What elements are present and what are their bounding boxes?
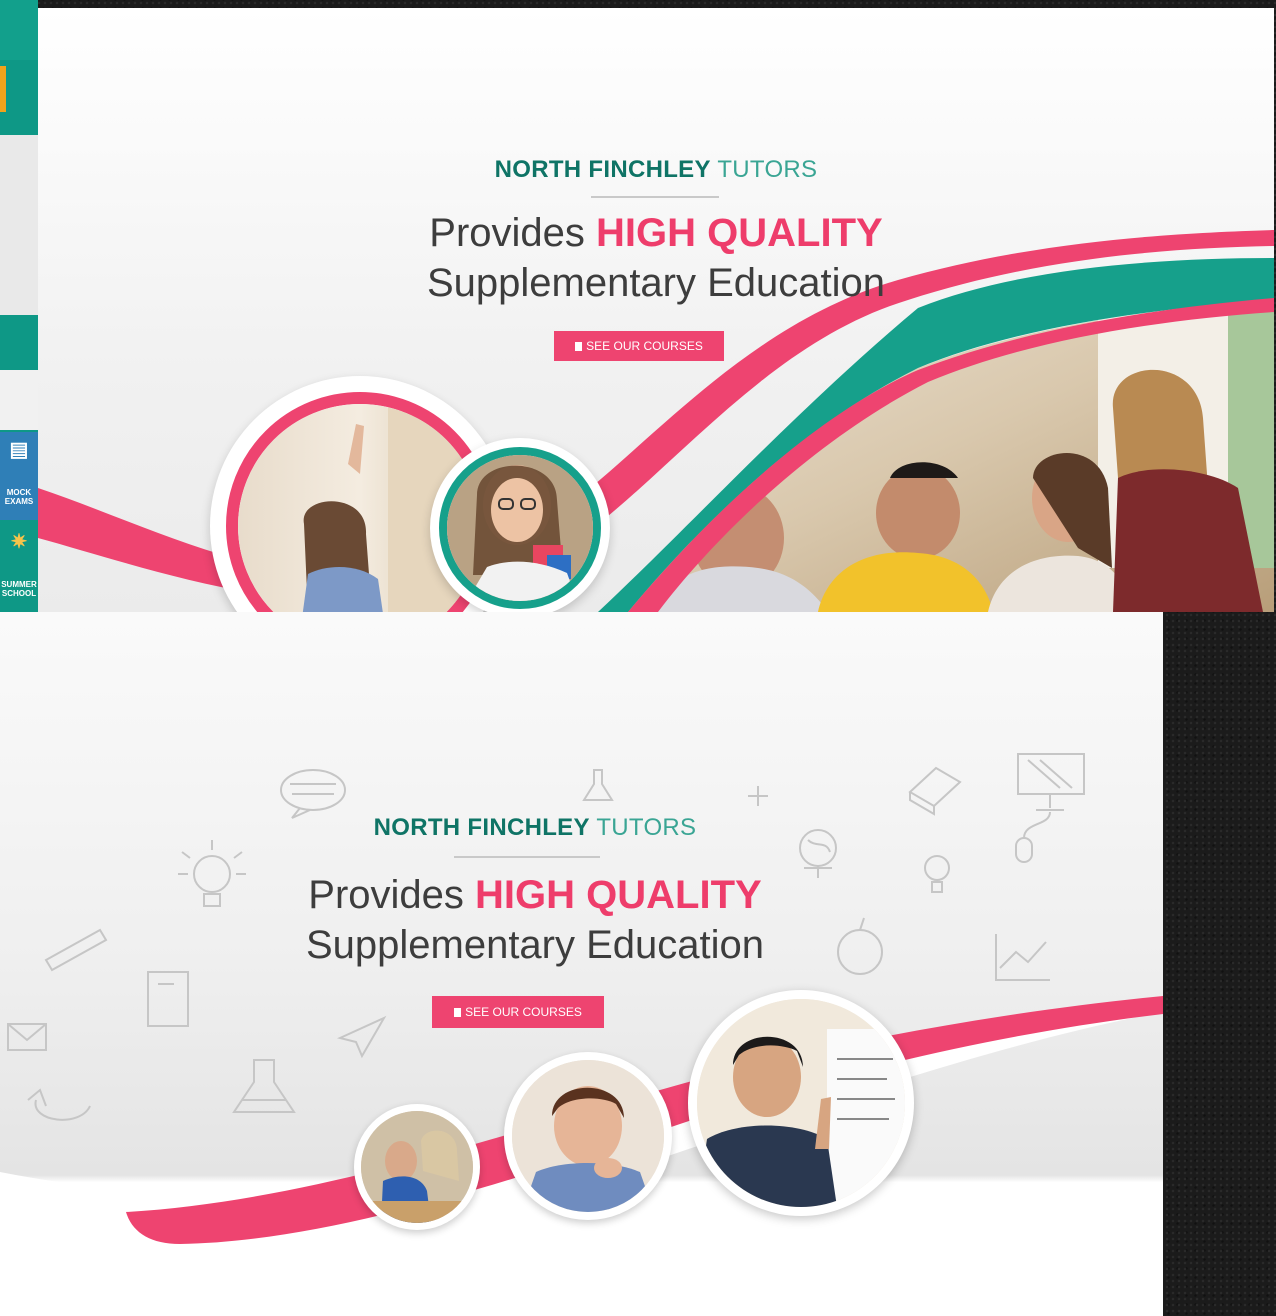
student-with-cube-photo (447, 455, 593, 601)
headline-2: Provides HIGH QUALITY Supplementary Educ… (0, 870, 1070, 970)
mock-exams-tile[interactable]: ▤ MOCK EXAMS (0, 432, 38, 520)
summer-school-tile[interactable]: ✷ SUMMER SCHOOL (0, 526, 38, 612)
tutor-explaining-photo (697, 999, 905, 1207)
brand-title: NORTH FINCHLEY TUTORS (38, 156, 1274, 184)
brand-name-bold: NORTH FINCHLEY (373, 814, 590, 841)
boy-thinking-photo (512, 1060, 664, 1212)
brand-name-bold: NORTH FINCHLEY (494, 156, 711, 183)
headline: Provides HIGH QUALITY Supplementary Educ… (38, 208, 1274, 308)
tutoring-session-photo (361, 1111, 473, 1223)
see-our-courses-button[interactable]: SEE OUR COURSES (432, 996, 604, 1028)
headline-highlight: HIGH QUALITY (475, 873, 762, 917)
background-page-sliver: ▤ MOCK EXAMS ✷ SUMMER SCHOOL (0, 0, 38, 612)
headline-line2: Supplementary Education (305, 923, 765, 967)
brand-title-2: NORTH FINCHLEY TUTORS (0, 814, 1070, 842)
title-divider (591, 196, 719, 198)
hero-banner-version-1: NORTH FINCHLEY TUTORS Provides HIGH QUAL… (38, 8, 1274, 612)
book-bookmark-icon (454, 1008, 462, 1017)
cta-label: SEE OUR COURSES (586, 339, 703, 353)
book-bookmark-icon (575, 342, 583, 351)
headline-prefix: Provides (429, 211, 585, 255)
hero-banner-version-2: NORTH FINCHLEY TUTORS Provides HIGH QUAL… (0, 612, 1163, 1316)
headline-line2: Supplementary Education (426, 261, 886, 305)
see-our-courses-button[interactable]: SEE OUR COURSES (554, 331, 724, 361)
headline-prefix: Provides (308, 873, 464, 917)
brand-name-light: TUTORS (596, 814, 697, 841)
brand-name-light: TUTORS (717, 156, 818, 183)
headline-highlight: HIGH QUALITY (596, 211, 883, 255)
cta-label: SEE OUR COURSES (465, 1005, 582, 1019)
title-divider (454, 856, 600, 858)
